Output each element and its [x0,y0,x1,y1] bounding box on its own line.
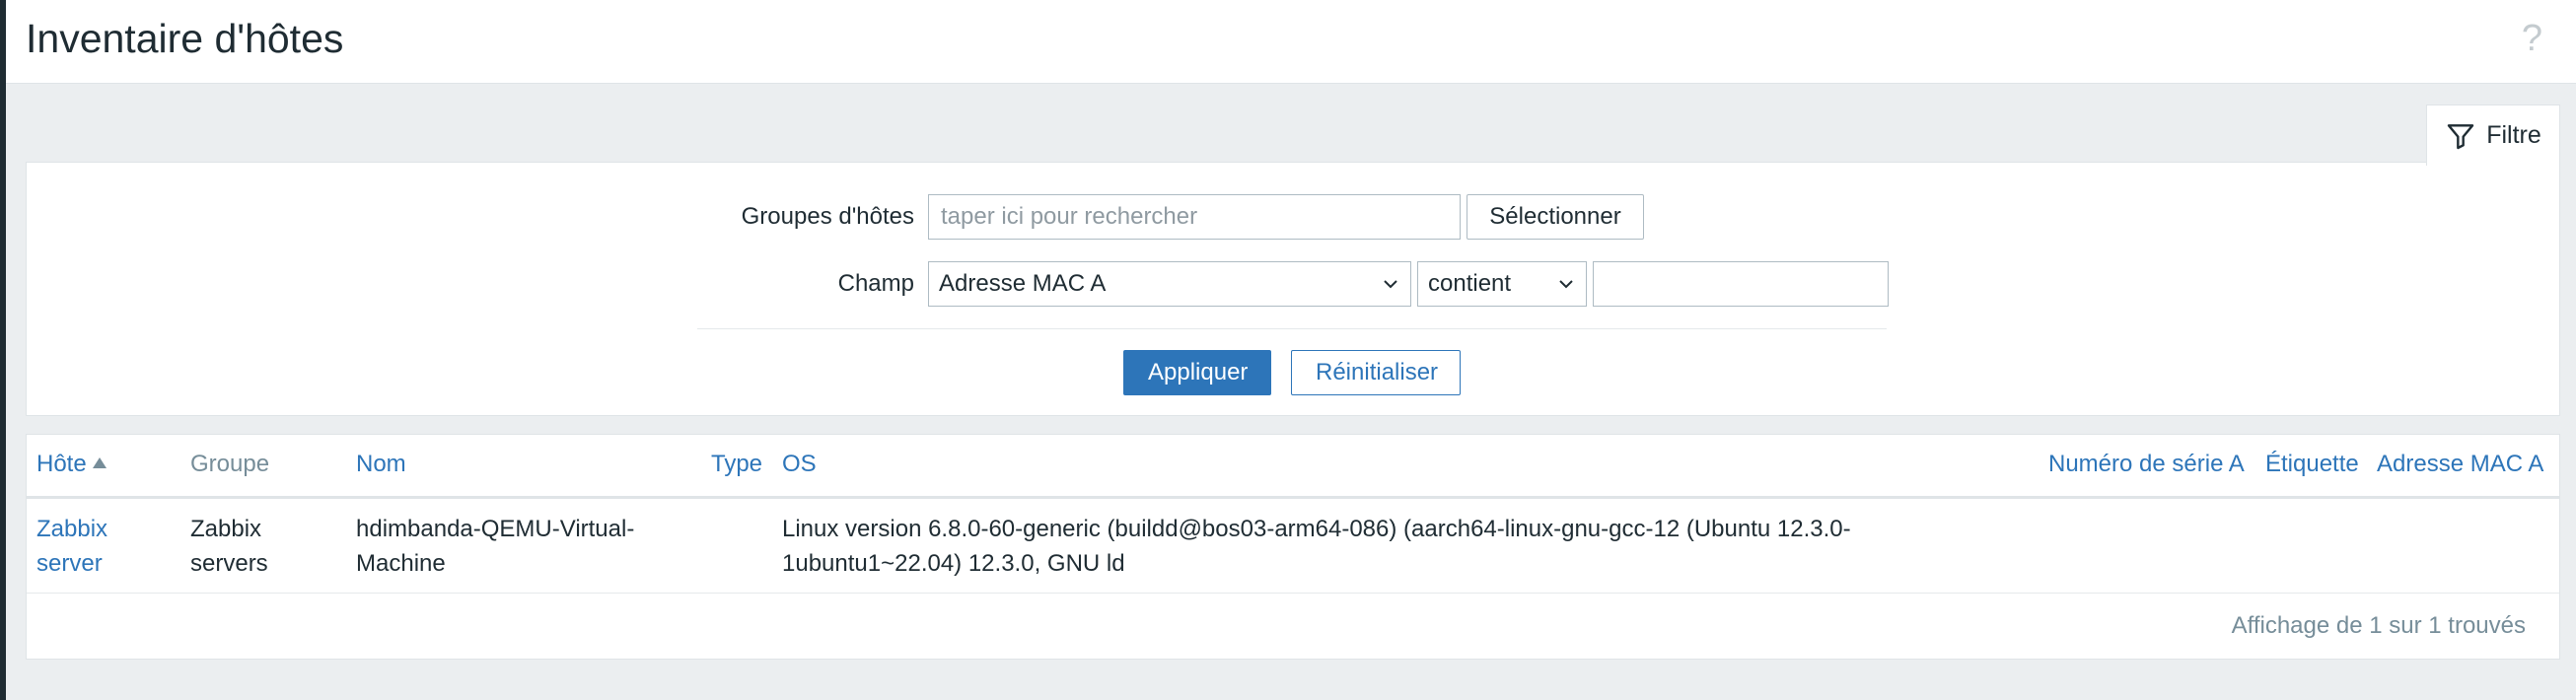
field-label: Champ [837,270,914,297]
filter-tab-label: Filtre [2486,121,2541,149]
results-count: Affichage de 1 sur 1 trouvés [2231,612,2526,639]
name-cell-line: hdimbanda-QEMU-Virtual- [356,516,635,542]
field-row: Champ Adresse MAC A contient [697,261,1889,307]
select-host-groups-button[interactable]: Sélectionner [1467,194,1644,240]
left-edge-strip [0,0,6,700]
column-header-group: Groupe [190,451,270,477]
page-header: Inventaire d'hôtes ? [6,0,2576,84]
filter-actions: Appliquer Réinitialiser [1123,350,1461,395]
form-divider [697,328,1887,329]
table-header-divider [27,496,2559,499]
field-select[interactable]: Adresse MAC A [928,261,1411,307]
group-cell-line: servers [190,550,268,577]
host-link-line: Zabbix [36,516,108,542]
column-header-host-label: Hôte [36,451,87,477]
column-header-mac[interactable]: Adresse MAC A [2377,451,2543,478]
reset-button[interactable]: Réinitialiser [1291,350,1461,395]
column-header-os[interactable]: OS [782,451,817,478]
os-cell-line: Linux version 6.8.0-60-generic (buildd@b… [782,516,1851,542]
group-cell-line: Zabbix [190,516,262,542]
group-cell: Zabbix servers [190,512,268,581]
filter-tab[interactable]: Filtre [2426,105,2560,166]
chevron-down-icon [1559,280,1573,289]
column-header-type[interactable]: Type [711,451,762,478]
os-cell-line: 1ubuntu1~22.04) 12.3.0, GNU ld [782,550,1125,577]
column-header-name[interactable]: Nom [356,451,406,478]
chevron-down-icon [1384,280,1397,289]
operator-select-value: contient [1428,270,1512,297]
host-groups-input[interactable] [928,194,1461,240]
operator-select[interactable]: contient [1417,261,1587,307]
sort-ascending-icon [92,457,107,468]
host-groups-row: Groupes d'hôtes Sélectionner [697,194,1644,240]
name-cell: hdimbanda-QEMU-Virtual- Machine [356,512,634,581]
funnel-icon [2448,123,2474,149]
host-link[interactable]: Zabbix server [36,512,107,581]
inventory-table: Hôte Groupe Nom Type OS Numéro de série … [26,434,2560,660]
column-header-tag[interactable]: Étiquette [2265,451,2359,478]
host-groups-label: Groupes d'hôtes [741,203,914,230]
name-cell-line: Machine [356,550,446,577]
row-divider [27,593,2559,594]
help-icon[interactable]: ? [2522,18,2542,60]
column-header-host[interactable]: Hôte [36,451,107,478]
filter-panel: Groupes d'hôtes Sélectionner Champ Adres… [26,162,2560,416]
apply-button[interactable]: Appliquer [1123,350,1271,395]
os-cell: Linux version 6.8.0-60-generic (buildd@b… [782,512,1851,581]
field-value-input[interactable] [1593,261,1889,307]
host-link-line: server [36,550,103,577]
page-title: Inventaire d'hôtes [26,16,344,61]
field-select-value: Adresse MAC A [939,270,1107,297]
column-header-serial[interactable]: Numéro de série A [2048,451,2245,478]
